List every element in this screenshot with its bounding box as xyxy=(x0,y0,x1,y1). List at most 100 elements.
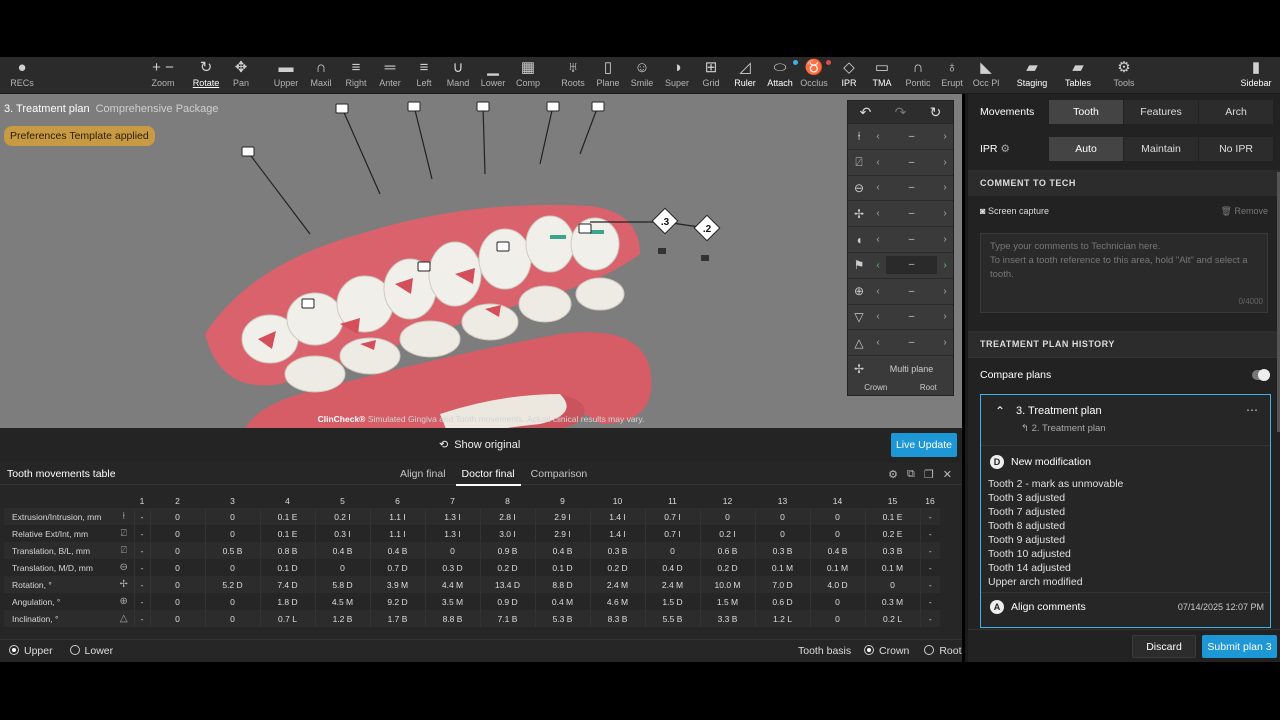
table-cell[interactable]: - xyxy=(133,542,150,559)
table-cell[interactable]: 1.1 I xyxy=(369,525,425,542)
table-cell[interactable]: 0.4 B xyxy=(809,542,865,559)
table-cell[interactable]: 0.1 D xyxy=(259,559,315,576)
table-cell[interactable]: 0.2 L xyxy=(864,610,920,627)
table-cell[interactable]: 0 xyxy=(204,559,260,576)
table-cell[interactable]: - xyxy=(919,508,940,525)
decrease-arrow[interactable]: ‹ xyxy=(870,157,886,168)
increase-arrow[interactable]: › xyxy=(937,157,953,168)
control-value[interactable]: – xyxy=(886,234,937,245)
ipr-option-no-ipr[interactable]: No IPR xyxy=(1199,137,1273,161)
table-cell[interactable]: 1.2 L xyxy=(754,610,810,627)
table-cell[interactable]: - xyxy=(133,593,150,610)
table-cell[interactable]: 0.4 B xyxy=(314,542,370,559)
table-cell[interactable]: 0.2 D xyxy=(479,559,535,576)
table-cell[interactable]: 0 xyxy=(314,559,370,576)
tool-ipr[interactable]: ◇ IPR xyxy=(838,57,860,94)
tool-pan[interactable]: ✥ Pan xyxy=(228,57,254,94)
table-cell[interactable]: 1.4 I xyxy=(589,525,645,542)
table-cell[interactable]: 0.1 M xyxy=(754,559,810,576)
decrease-arrow[interactable]: ‹ xyxy=(870,234,886,245)
increase-arrow[interactable]: › xyxy=(937,208,953,219)
table-cell[interactable]: 4.4 M xyxy=(424,576,480,593)
table-cell[interactable]: 8.8 D xyxy=(534,576,590,593)
redo-icon[interactable]: ↷ xyxy=(895,104,907,121)
table-cell[interactable]: - xyxy=(919,542,940,559)
discard-button[interactable]: Discard xyxy=(1132,635,1196,658)
table-cell[interactable]: 0.9 B xyxy=(479,542,535,559)
tool-attach[interactable]: ⬭ Attach xyxy=(765,57,798,94)
tooth-tag-3[interactable]: .3 xyxy=(651,207,679,235)
table-cell[interactable]: 2.8 I xyxy=(479,508,535,525)
table-cell[interactable]: - xyxy=(133,508,150,525)
decrease-arrow[interactable]: ‹ xyxy=(870,260,886,271)
table-cell[interactable]: 0 xyxy=(149,610,205,627)
3d-viewport[interactable]: .3 .2 3. Treatment plan Comprehensive Pac… xyxy=(0,94,962,428)
tool-staging[interactable]: ▰ Staging xyxy=(1016,57,1048,94)
tool-maxil[interactable]: ∩ Maxil xyxy=(308,57,334,94)
table-cell[interactable]: 0 xyxy=(204,610,260,627)
table-cell[interactable]: 0.2 D xyxy=(699,559,755,576)
tool-tools[interactable]: ⚙ Tools xyxy=(1110,57,1138,94)
table-cell[interactable]: 2.4 M xyxy=(644,576,700,593)
table-cell[interactable]: - xyxy=(919,525,940,542)
table-cell[interactable]: 2.9 I xyxy=(534,508,590,525)
table-cell[interactable]: 1.2 B xyxy=(314,610,370,627)
table-cell[interactable]: 1.3 I xyxy=(424,525,480,542)
table-cell[interactable]: 0.6 B xyxy=(699,542,755,559)
table-cell[interactable]: 0 xyxy=(149,508,205,525)
table-cell[interactable]: 0.5 B xyxy=(204,542,260,559)
table-cell[interactable]: 9.2 D xyxy=(369,593,425,610)
tool-pontic[interactable]: ∩ Pontic xyxy=(903,57,933,94)
submit-plan-button[interactable]: Submit plan 3 xyxy=(1202,635,1277,658)
table-cell[interactable]: 0.8 B xyxy=(259,542,315,559)
table-cell[interactable]: 0.3 B xyxy=(754,542,810,559)
increase-arrow[interactable]: › xyxy=(937,234,953,245)
arch-lower-option[interactable]: Lower xyxy=(69,645,113,657)
comment-input[interactable]: Type your comments to Technician here. T… xyxy=(980,233,1268,313)
close-icon[interactable]: ✕ xyxy=(943,468,952,481)
table-cell[interactable]: 0.1 M xyxy=(809,559,865,576)
control-value[interactable]: – xyxy=(886,182,937,193)
arch-upper-option[interactable]: Upper xyxy=(9,645,53,657)
table-cell[interactable]: 0.1 M xyxy=(864,559,920,576)
table-cell[interactable]: - xyxy=(133,576,150,593)
tool-grid[interactable]: ⊞ Grid xyxy=(699,57,723,94)
movement-option-features[interactable]: Features xyxy=(1124,100,1198,124)
tool-rotate[interactable]: ↻ Rotate xyxy=(192,57,220,94)
chevron-up-icon[interactable]: ⌃ xyxy=(995,404,1005,418)
tool-occlus[interactable]: ♉ Occlus xyxy=(800,57,831,94)
increase-arrow[interactable]: › xyxy=(937,286,953,297)
control-value[interactable]: – xyxy=(886,208,937,219)
decrease-arrow[interactable]: ‹ xyxy=(870,182,886,193)
copy-icon[interactable]: ❐ xyxy=(924,468,934,481)
table-cell[interactable]: 0.9 D xyxy=(479,593,535,610)
more-icon[interactable]: ⋯ xyxy=(1246,403,1258,417)
control-value[interactable]: – xyxy=(886,286,937,297)
tool-upper[interactable]: ▬ Upper xyxy=(272,57,300,94)
increase-arrow[interactable]: › xyxy=(937,182,953,193)
table-cell[interactable]: 4.0 D xyxy=(809,576,865,593)
table-cell[interactable]: 0.2 I xyxy=(699,525,755,542)
table-cell[interactable]: 0 xyxy=(809,593,865,610)
table-cell[interactable]: 0.4 D xyxy=(644,559,700,576)
panel-crown[interactable]: Crown xyxy=(864,383,887,392)
table-cell[interactable]: 0.1 E xyxy=(259,508,315,525)
increase-arrow[interactable]: › xyxy=(937,337,953,348)
table-cell[interactable]: 0.7 I xyxy=(644,508,700,525)
table-cell[interactable]: 0 xyxy=(809,610,865,627)
decrease-arrow[interactable]: ‹ xyxy=(870,337,886,348)
movement-option-tooth[interactable]: Tooth xyxy=(1049,100,1123,124)
tool-roots[interactable]: ♅ Roots xyxy=(560,57,586,94)
increase-arrow[interactable]: › xyxy=(937,260,953,271)
table-cell[interactable]: 1.5 M xyxy=(699,593,755,610)
table-cell[interactable]: 0.7 L xyxy=(259,610,315,627)
increase-arrow[interactable]: › xyxy=(937,131,953,142)
tool-plane[interactable]: ▯ Plane xyxy=(595,57,621,94)
increase-arrow[interactable]: › xyxy=(937,311,953,322)
table-cell[interactable]: 0.1 E xyxy=(864,508,920,525)
table-cell[interactable]: 0.7 D xyxy=(369,559,425,576)
tool-right[interactable]: ≡ Right xyxy=(342,57,370,94)
table-cell[interactable]: 0.3 B xyxy=(589,542,645,559)
table-cell[interactable]: 0 xyxy=(754,508,810,525)
table-cell[interactable]: 2.4 M xyxy=(589,576,645,593)
